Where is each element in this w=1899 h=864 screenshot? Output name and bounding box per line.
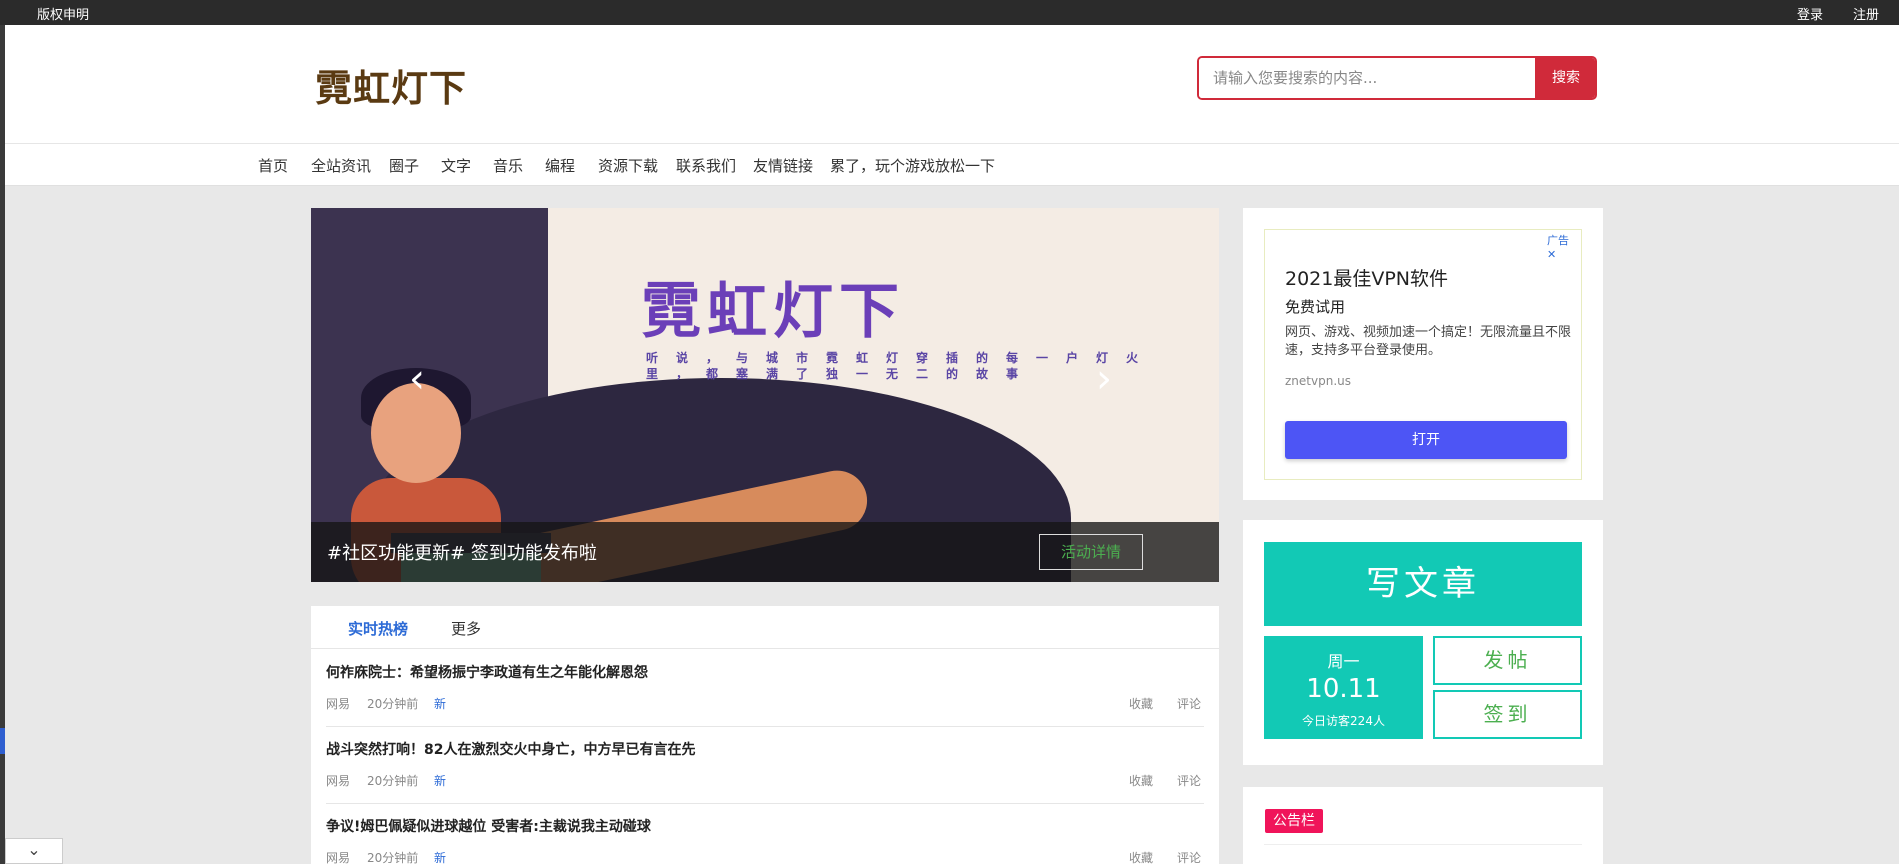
nav-item-circle[interactable]: 圈子 bbox=[389, 155, 419, 176]
nav-item-text[interactable]: 文字 bbox=[441, 155, 471, 176]
chevron-right-icon[interactable]: › bbox=[1096, 356, 1112, 402]
item-time: 20分钟前 bbox=[367, 851, 419, 864]
write-panel: 写文章 周一 10.11 今日访客224人 发帖 签到 bbox=[1243, 520, 1603, 765]
write-article-button[interactable]: 写文章 bbox=[1264, 542, 1582, 626]
date-value: 10.11 bbox=[1306, 674, 1381, 704]
nav-item-contact[interactable]: 联系我们 bbox=[676, 155, 736, 176]
tab-more[interactable]: 更多 bbox=[451, 618, 481, 639]
list-item: 何祚庥院士：希望杨振宁李政道有生之年能化解恩怨 网易 20分钟前 新 收藏 评论 bbox=[326, 650, 1204, 727]
weekday: 周一 bbox=[1327, 652, 1360, 671]
nav-item-music[interactable]: 音乐 bbox=[493, 155, 523, 176]
item-title[interactable]: 何祚庥院士：希望杨振宁李政道有生之年能化解恩怨 bbox=[326, 662, 648, 682]
ad-open-button[interactable]: 打开 bbox=[1285, 421, 1567, 459]
nav-item-downloads[interactable]: 资源下载 bbox=[598, 155, 658, 176]
item-source: 网易 bbox=[326, 774, 351, 788]
banner-caption: #社区功能更新# 签到功能发布啦 活动详情 bbox=[311, 522, 1219, 582]
item-time: 20分钟前 bbox=[367, 774, 419, 788]
comment-link[interactable]: 评论 bbox=[1177, 849, 1201, 864]
nav-item-coding[interactable]: 编程 bbox=[545, 155, 575, 176]
hot-list: 实时热榜 更多 何祚庥院士：希望杨振宁李政道有生之年能化解恩怨 网易 20分钟前… bbox=[311, 606, 1219, 864]
new-badge: 新 bbox=[434, 851, 447, 864]
ad-url: znetvpn.us bbox=[1285, 374, 1351, 388]
edge-marker bbox=[0, 728, 5, 754]
search-input[interactable] bbox=[1199, 58, 1535, 98]
site-header: 霓虹灯下 搜索 bbox=[5, 25, 1899, 143]
banner-subtitle-1: 听说，与城市霓虹灯穿插的每一户灯火 bbox=[646, 351, 1157, 365]
search-button[interactable]: 搜索 bbox=[1535, 58, 1595, 98]
nav-item-home[interactable]: 首页 bbox=[258, 155, 288, 176]
item-title[interactable]: 争议!姆巴佩疑似进球越位 受害者:主裁说我主动碰球 bbox=[326, 816, 651, 836]
ad-badge[interactable]: 广告 ✕ bbox=[1547, 232, 1581, 261]
top-bar: 版权申明 登录 注册 bbox=[0, 0, 1899, 25]
new-badge: 新 bbox=[434, 697, 447, 711]
nav-item-news[interactable]: 全站资讯 bbox=[311, 155, 371, 176]
new-badge: 新 bbox=[434, 774, 447, 788]
item-title[interactable]: 战斗突然打响！82人在激烈交火中身亡，中方早已有言在先 bbox=[326, 739, 695, 759]
details-button[interactable]: 活动详情 bbox=[1039, 534, 1143, 570]
favorite-link[interactable]: 收藏 bbox=[1129, 695, 1153, 712]
ad-card[interactable]: 广告 ✕ 2021最佳VPN软件 免费试用 网页、游戏、视频加速一个搞定！无限流… bbox=[1264, 229, 1582, 480]
sign-in-button[interactable]: 签到 bbox=[1433, 690, 1582, 739]
chevron-down-icon[interactable]: ⌄ bbox=[5, 838, 63, 864]
comment-link[interactable]: 评论 bbox=[1177, 695, 1201, 712]
date-card: 周一 10.11 今日访客224人 bbox=[1264, 636, 1423, 739]
register-link[interactable]: 注册 bbox=[1853, 4, 1879, 23]
favorite-link[interactable]: 收藏 bbox=[1129, 849, 1153, 864]
hero-carousel[interactable]: 霓虹灯下 听说，与城市霓虹灯穿插的每一户灯火 里，都塞满了独一无二的故事 ‹ ›… bbox=[311, 208, 1219, 582]
ad-badge-label: 广告 bbox=[1547, 234, 1569, 247]
post-button[interactable]: 发帖 bbox=[1433, 636, 1582, 685]
site-logo[interactable]: 霓虹灯下 bbox=[315, 58, 467, 112]
item-source: 网易 bbox=[326, 851, 351, 864]
banner-caption-text[interactable]: #社区功能更新# 签到功能发布啦 bbox=[327, 539, 597, 565]
login-link[interactable]: 登录 bbox=[1797, 4, 1823, 23]
comment-link[interactable]: 评论 bbox=[1177, 772, 1201, 789]
notice-panel: 公告栏 bbox=[1243, 787, 1603, 864]
divider bbox=[1264, 844, 1582, 845]
banner-subtitle-2: 里，都塞满了独一无二的故事 bbox=[646, 367, 1037, 381]
list-item: 战斗突然打响！82人在激烈交火中身亡，中方早已有言在先 网易 20分钟前 新 收… bbox=[326, 727, 1204, 804]
main-nav: 首页 全站资讯 圈子 文字 音乐 编程 资源下载 联系我们 友情链接 累了，玩个… bbox=[5, 143, 1899, 186]
search-box: 搜索 bbox=[1197, 56, 1597, 100]
nav-item-links[interactable]: 友情链接 bbox=[753, 155, 813, 176]
favorite-link[interactable]: 收藏 bbox=[1129, 772, 1153, 789]
visitor-count: 今日访客224人 bbox=[1302, 714, 1385, 728]
notice-tag: 公告栏 bbox=[1265, 809, 1323, 833]
list-item: 争议!姆巴佩疑似进球越位 受害者:主裁说我主动碰球 网易 20分钟前 新 收藏 … bbox=[326, 804, 1204, 864]
ad-description: 网页、游戏、视频加速一个搞定！无限流量且不限速，支持多平台登录使用。 bbox=[1285, 325, 1572, 358]
ad-subhead: 免费试用 bbox=[1285, 298, 1346, 316]
hot-tabs: 实时热榜 更多 bbox=[311, 606, 1219, 649]
item-time: 20分钟前 bbox=[367, 697, 419, 711]
banner-title: 霓虹灯下 bbox=[641, 277, 905, 347]
item-source: 网易 bbox=[326, 697, 351, 711]
close-icon[interactable]: ✕ bbox=[1547, 248, 1556, 261]
ad-panel: 广告 ✕ 2021最佳VPN软件 免费试用 网页、游戏、视频加速一个搞定！无限流… bbox=[1243, 208, 1603, 500]
copyright-link[interactable]: 版权申明 bbox=[37, 4, 89, 23]
chevron-left-icon[interactable]: ‹ bbox=[409, 356, 425, 402]
tab-realtime-hot[interactable]: 实时热榜 bbox=[348, 618, 408, 639]
ad-headline[interactable]: 2021最佳VPN软件 bbox=[1285, 264, 1448, 291]
nav-item-game[interactable]: 累了，玩个游戏放松一下 bbox=[830, 155, 995, 176]
